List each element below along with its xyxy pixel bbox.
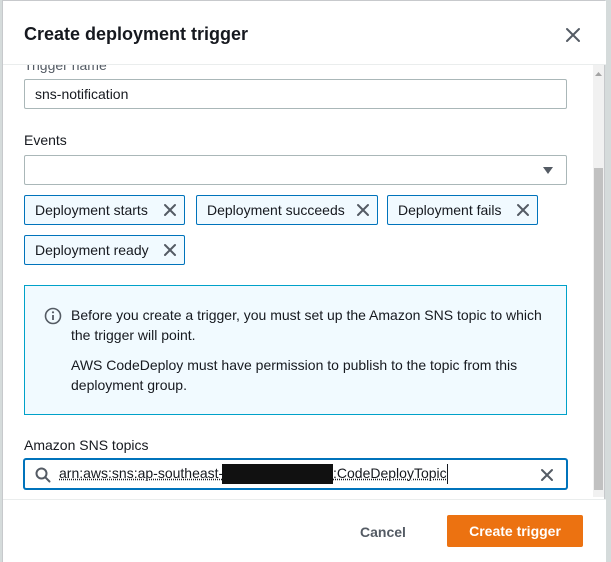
modal-footer: Cancel Create trigger (3, 499, 606, 562)
sns-arn-prefix: arn:aws:sns:ap-southeast- (59, 465, 224, 481)
scroll-up-arrow-icon[interactable] (593, 67, 604, 79)
x-icon[interactable] (162, 242, 178, 258)
redacted-account-id (222, 464, 333, 484)
sns-topic-search-input[interactable]: arn:aws:sns:ap-southeast- :CodeDeployTop… (24, 459, 567, 489)
info-alert: Before you create a trigger, you must se… (24, 285, 567, 415)
token-label: Deployment starts (35, 202, 148, 218)
event-token-deployment-starts: Deployment starts (24, 195, 185, 225)
trigger-name-label: Trigger name (24, 65, 107, 73)
modal-header: Create deployment trigger (3, 1, 606, 65)
modal-title: Create deployment trigger (24, 24, 249, 44)
text-cursor (447, 464, 448, 484)
token-label: Deployment fails (398, 202, 502, 218)
x-icon[interactable] (355, 202, 371, 218)
scrollbar-thumb[interactable] (594, 168, 603, 490)
create-trigger-modal: Create deployment trigger Trigger name s… (2, 0, 606, 562)
close-icon[interactable] (563, 25, 583, 45)
info-icon (44, 307, 62, 325)
sns-arn-suffix: :CodeDeployTopic (333, 465, 447, 481)
event-token-deployment-fails: Deployment fails (387, 195, 538, 225)
events-label: Events (24, 132, 67, 148)
trigger-name-input[interactable]: sns-notification (24, 79, 567, 109)
events-select[interactable] (24, 155, 567, 185)
info-alert-line2: AWS CodeDeploy must have permission to p… (71, 357, 518, 393)
token-label: Deployment succeeds (207, 202, 345, 218)
x-icon[interactable] (515, 202, 531, 218)
modal-body: Trigger name sns-notification Events Dep… (3, 65, 606, 499)
caret-down-icon (543, 167, 553, 174)
clear-icon[interactable] (539, 467, 555, 483)
token-label: Deployment ready (35, 242, 149, 258)
info-alert-line1: Before you create a trigger, you must se… (71, 307, 542, 343)
x-icon[interactable] (162, 202, 178, 218)
search-icon (35, 467, 51, 483)
create-trigger-button[interactable]: Create trigger (447, 515, 583, 547)
cancel-button[interactable]: Cancel (345, 518, 421, 548)
event-token-deployment-succeeds: Deployment succeeds (196, 195, 378, 225)
event-token-deployment-ready: Deployment ready (24, 235, 185, 265)
sns-topics-label: Amazon SNS topics (24, 437, 149, 453)
